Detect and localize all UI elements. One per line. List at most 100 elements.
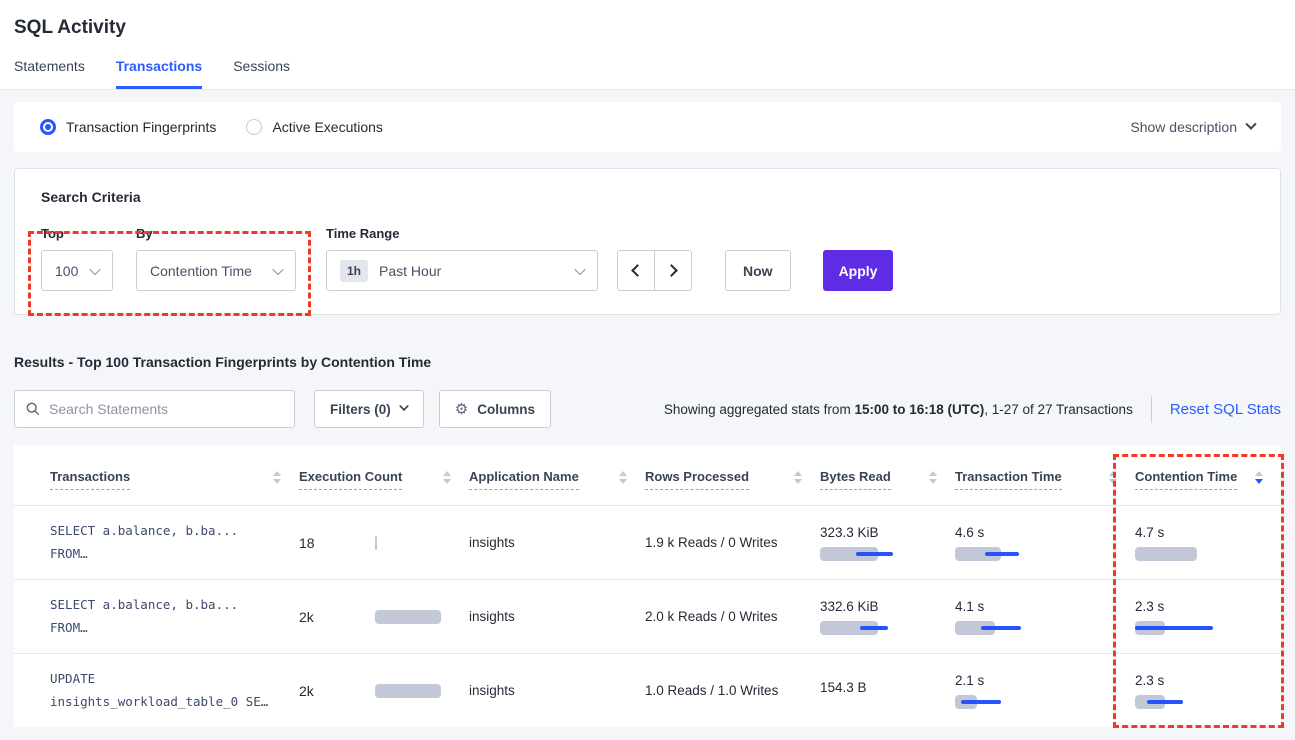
tab-bar: Statements Transactions Sessions bbox=[14, 58, 1281, 89]
column-label[interactable]: Transactions bbox=[50, 469, 130, 490]
aggregated-stats-text: Showing aggregated stats from 15:00 to 1… bbox=[664, 402, 1133, 417]
transaction-fingerprint-text: UPDATEinsights_workload_table_0 SE… bbox=[50, 668, 281, 713]
rows-processed-value: 1.0 Reads / 1.0 Writes bbox=[645, 683, 778, 698]
sort-icon[interactable] bbox=[273, 471, 281, 484]
rows-processed-value: 1.9 k Reads / 0 Writes bbox=[645, 535, 778, 550]
time-range-select[interactable]: 1h Past Hour bbox=[326, 250, 598, 291]
bytes-read-value: 323.3 KiB bbox=[820, 525, 937, 540]
chevron-left-icon bbox=[631, 264, 644, 277]
rows-processed-value: 2.0 k Reads / 0 Writes bbox=[645, 609, 778, 624]
transaction-cell[interactable]: UPDATEinsights_workload_table_0 SE… bbox=[14, 654, 299, 728]
page-header: SQL Activity StatementsTransactionsSessi… bbox=[0, 0, 1295, 90]
bytes-read-cell: 332.6 KiB bbox=[820, 580, 955, 654]
show-description-label: Show description bbox=[1130, 119, 1237, 135]
columns-button[interactable]: ⚙ Columns bbox=[439, 390, 551, 428]
column-label[interactable]: Application Name bbox=[469, 469, 579, 490]
top-label: Top bbox=[41, 226, 113, 241]
search-criteria-panel: Search Criteria Top 100 By Contention Ti… bbox=[14, 168, 1281, 315]
apply-button[interactable]: Apply bbox=[823, 250, 894, 291]
chevron-right-icon bbox=[665, 264, 678, 277]
contention-time-cell: 2.3 s bbox=[1135, 654, 1281, 728]
execution-count-bar bbox=[375, 610, 441, 624]
radio-transaction-fingerprints[interactable]: Transaction Fingerprints bbox=[40, 119, 216, 135]
top-select[interactable]: 100 bbox=[41, 250, 113, 291]
contention-time-bar bbox=[1135, 621, 1263, 635]
transaction-time-bar bbox=[955, 547, 1117, 561]
sort-icon[interactable] bbox=[929, 471, 937, 484]
reset-sql-stats-link[interactable]: Reset SQL Stats bbox=[1170, 401, 1281, 418]
column-label[interactable]: Rows Processed bbox=[645, 469, 749, 490]
tab-sessions[interactable]: Sessions bbox=[233, 58, 290, 89]
by-label: By bbox=[136, 226, 296, 241]
chevron-down-icon bbox=[1245, 119, 1256, 130]
radio-circle-icon bbox=[246, 119, 262, 135]
bytes-read-cell: 154.3 B bbox=[820, 654, 955, 728]
bytes-read-cell: 323.3 KiB bbox=[820, 506, 955, 580]
top-field: Top 100 bbox=[41, 226, 113, 291]
top-value: 100 bbox=[55, 263, 91, 279]
column-header-application-name: Application Name bbox=[469, 445, 645, 506]
next-time-button[interactable] bbox=[654, 250, 692, 291]
results-controls: Filters (0) ⚙ Columns Showing aggregated… bbox=[14, 390, 1281, 428]
column-label[interactable]: Contention Time bbox=[1135, 469, 1237, 490]
bytes-read-bar bbox=[820, 547, 937, 561]
time-range-value: Past Hour bbox=[379, 263, 576, 279]
by-select[interactable]: Contention Time bbox=[136, 250, 296, 291]
execution-count-cell: 2k bbox=[299, 654, 469, 728]
contention-time-cell: 4.7 s bbox=[1135, 506, 1281, 580]
sort-icon[interactable] bbox=[794, 471, 802, 484]
time-range-field: Time Range 1h Past Hour bbox=[326, 226, 598, 291]
chevron-down-icon bbox=[89, 263, 100, 274]
contention-time-bar bbox=[1135, 547, 1263, 561]
search-icon bbox=[26, 402, 40, 416]
column-label[interactable]: Transaction Time bbox=[955, 469, 1062, 490]
execution-count-bar bbox=[375, 684, 441, 698]
sort-icon[interactable] bbox=[1255, 471, 1263, 484]
execution-count-cell: 2k bbox=[299, 580, 469, 654]
chevron-down-icon bbox=[272, 263, 283, 274]
table-row[interactable]: UPDATEinsights_workload_table_0 SE… 2k i… bbox=[14, 654, 1281, 728]
column-header-bytes-read: Bytes Read bbox=[820, 445, 955, 506]
now-button[interactable]: Now bbox=[725, 250, 791, 291]
transaction-time-value: 4.1 s bbox=[955, 599, 1117, 614]
table-row[interactable]: SELECT a.balance, b.ba...FROM… 2k insigh… bbox=[14, 580, 1281, 654]
application-name-value: insights bbox=[469, 683, 515, 698]
execution-count-value: 2k bbox=[299, 609, 375, 625]
show-description-toggle[interactable]: Show description bbox=[1130, 119, 1255, 135]
application-name-cell: insights bbox=[469, 506, 645, 580]
table-row[interactable]: SELECT a.balance, b.ba...FROM… 18 insigh… bbox=[14, 506, 1281, 580]
column-header-rows-processed: Rows Processed bbox=[645, 445, 820, 506]
column-header-execution-count: Execution Count bbox=[299, 445, 469, 506]
execution-count-cell: 18 bbox=[299, 506, 469, 580]
view-toggle-bar: Transaction Fingerprints Active Executio… bbox=[14, 102, 1281, 152]
transaction-time-bar bbox=[955, 695, 1117, 709]
tab-transactions[interactable]: Transactions bbox=[116, 58, 202, 89]
column-label[interactable]: Execution Count bbox=[299, 469, 402, 490]
previous-time-button[interactable] bbox=[617, 250, 655, 291]
rows-processed-cell: 1.0 Reads / 1.0 Writes bbox=[645, 654, 820, 728]
contention-time-value: 2.3 s bbox=[1135, 599, 1263, 614]
execution-count-value: 2k bbox=[299, 683, 375, 699]
transaction-time-cell: 4.1 s bbox=[955, 580, 1135, 654]
application-name-cell: insights bbox=[469, 654, 645, 728]
time-nav-group bbox=[617, 250, 692, 291]
transaction-cell[interactable]: SELECT a.balance, b.ba...FROM… bbox=[14, 506, 299, 580]
transaction-fingerprint-text: SELECT a.balance, b.ba...FROM… bbox=[50, 520, 281, 565]
application-name-cell: insights bbox=[469, 580, 645, 654]
results-title: Results - Top 100 Transaction Fingerprin… bbox=[14, 354, 1281, 370]
transaction-cell[interactable]: SELECT a.balance, b.ba...FROM… bbox=[14, 580, 299, 654]
tab-statements[interactable]: Statements bbox=[14, 58, 85, 89]
contention-time-value: 2.3 s bbox=[1135, 673, 1263, 688]
contention-time-cell: 2.3 s bbox=[1135, 580, 1281, 654]
filters-label: Filters (0) bbox=[330, 402, 391, 417]
column-label[interactable]: Bytes Read bbox=[820, 469, 891, 490]
radio-active-executions[interactable]: Active Executions bbox=[246, 119, 383, 135]
sort-icon[interactable] bbox=[1109, 471, 1117, 484]
by-value: Contention Time bbox=[150, 263, 274, 279]
rows-processed-cell: 1.9 k Reads / 0 Writes bbox=[645, 506, 820, 580]
sort-icon[interactable] bbox=[619, 471, 627, 484]
filters-button[interactable]: Filters (0) bbox=[314, 390, 424, 428]
search-statements-input[interactable] bbox=[49, 401, 283, 417]
sort-icon[interactable] bbox=[443, 471, 451, 484]
radio-circle-icon bbox=[40, 119, 56, 135]
